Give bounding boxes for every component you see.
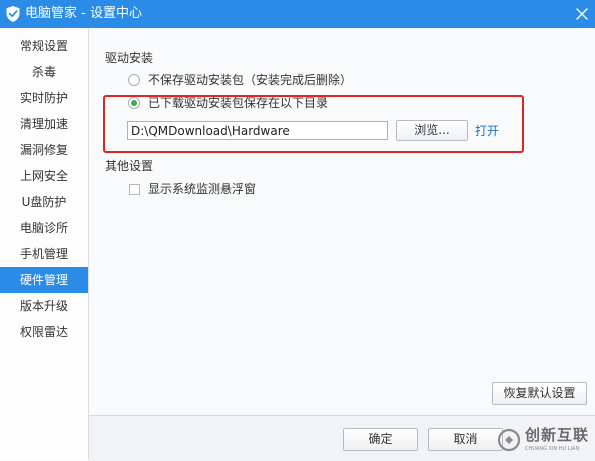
sidebar-item-permission-radar[interactable]: 权限雷达 [0,319,88,345]
radio-delete-after-install[interactable] [128,74,140,86]
open-folder-link[interactable]: 打开 [475,123,499,139]
sidebar-item-usb-protection[interactable]: U盘防护 [0,189,88,215]
sidebar-item-realtime-protection[interactable]: 实时防护 [0,85,88,111]
ok-button[interactable]: 确定 [343,428,418,451]
sidebar-item-antivirus[interactable]: 杀毒 [0,59,88,85]
browse-button[interactable]: 浏览... [396,120,468,141]
sidebar-item-vulnerability-fix[interactable]: 漏洞修复 [0,137,88,163]
window-title: 电脑管家 - 设置中心 [25,6,142,21]
brand-logo-icon [497,428,521,452]
sidebar-item-pc-clinic[interactable]: 电脑诊所 [0,215,88,241]
option-keep-in-folder[interactable]: 已下载驱动安装包保存在以下目录 [128,95,348,111]
sidebar-item-phone-manager[interactable]: 手机管理 [0,241,88,267]
settings-sidebar: 常规设置 杀毒 实时防护 清理加速 漏洞修复 上网安全 U盘防护 电脑诊所 手机… [0,28,89,460]
driver-install-heading: 驱动安装 [105,51,154,65]
sidebar-item-version-upgrade[interactable]: 版本升级 [0,293,88,319]
option-delete-after-install[interactable]: 不保存驱动安装包（安装完成后删除） [128,72,368,88]
restore-defaults-button[interactable]: 恢复默认设置 [492,382,587,405]
option-delete-after-install-label: 不保存驱动安装包（安装完成后删除） [148,73,353,87]
download-path-input[interactable] [127,121,388,140]
close-icon[interactable] [574,6,590,22]
sidebar-item-web-security[interactable]: 上网安全 [0,163,88,189]
radio-keep-in-folder[interactable] [128,97,140,109]
cancel-button[interactable]: 取消 [428,428,503,451]
sidebar-item-hardware-manager[interactable]: 硬件管理 [0,267,88,293]
other-settings-heading: 其他设置 [105,159,154,173]
sidebar-item-general-settings[interactable]: 常规设置 [0,33,88,59]
title-bar: 电脑管家 - 设置中心 [0,0,595,28]
watermark-brand: 创新互联 [525,426,590,444]
option-keep-in-folder-label: 已下载驱动安装包保存在以下目录 [148,96,329,110]
checkbox-floating-monitor-label: 显示系统监测悬浮窗 [148,182,257,196]
watermark: 创新互联 CHUANG XIN HU LIAN [497,423,593,457]
watermark-tagline: CHUANG XIN HU LIAN [525,446,580,452]
option-floating-monitor[interactable]: 显示系统监测悬浮窗 [129,181,279,197]
sidebar-item-cleanup-speedup[interactable]: 清理加速 [0,111,88,137]
shield-icon [5,5,21,23]
checkbox-floating-monitor[interactable] [129,184,140,195]
